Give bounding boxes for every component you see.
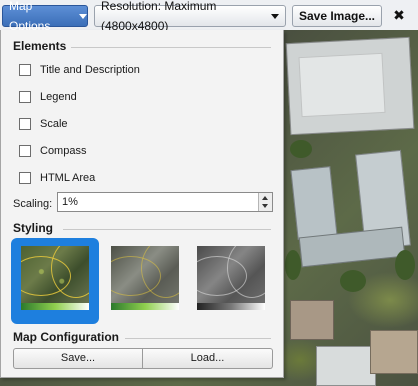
checkbox-scale[interactable]: Scale [19,116,68,132]
top-toolbar: Map Options Resolution: Maximum (4800x48… [0,0,418,33]
building-roof [370,330,418,374]
chevron-down-icon [79,13,87,19]
style-thumb-grayscale[interactable] [197,246,265,310]
scaling-label: Scaling: [13,198,53,210]
spin-down-icon[interactable] [262,204,268,208]
color-ramp [21,303,89,310]
checkbox-label: Legend [40,91,77,103]
style-thumb-color[interactable] [21,246,89,310]
checkbox-title-description[interactable]: Title and Description [19,62,140,78]
config-load-button[interactable]: Load... [143,348,273,369]
checkbox-label: Compass [40,145,87,157]
checkbox-box[interactable] [19,172,31,184]
checkbox-box[interactable] [19,145,31,157]
checkbox-label: Title and Description [40,64,140,76]
checkbox-box[interactable] [19,118,31,130]
elements-section-title: Elements [13,39,67,53]
checkbox-legend[interactable]: Legend [19,89,77,105]
section-divider [71,47,271,48]
resolution-dropdown[interactable]: Resolution: Maximum (4800x4800) [94,0,286,33]
tree-canopy [340,270,366,292]
section-divider [63,229,271,230]
map-options-panel: Elements Title and Description Legend Sc… [0,30,284,378]
checkbox-compass[interactable]: Compass [19,143,86,159]
style-thumb-grayscale-tinted[interactable] [111,246,179,310]
config-save-button[interactable]: Save... [13,348,143,369]
tree-canopy [395,250,415,280]
map-options-button[interactable]: Map Options [2,0,88,33]
building-roof [316,346,376,386]
gray-ramp [197,303,265,310]
checkbox-box[interactable] [19,91,31,103]
checkbox-label: Scale [40,118,68,130]
scaling-stepper[interactable]: 1% [57,192,273,212]
styling-section-title: Styling [13,221,54,235]
tree-canopy [285,250,301,280]
section-divider [125,338,271,339]
close-icon[interactable]: ✖ [389,5,409,25]
checkbox-label: HTML Area [40,172,96,184]
chevron-down-icon [271,14,279,19]
building-roof [298,52,386,118]
checkbox-box[interactable] [19,64,31,76]
color-ramp [111,303,179,310]
building-roof [290,300,334,340]
scaling-value: 1% [62,196,78,208]
map-configuration-section-title: Map Configuration [13,330,119,344]
save-image-label: Save Image... [298,9,376,23]
spin-up-icon[interactable] [262,196,268,200]
save-image-button[interactable]: Save Image... [292,5,382,27]
spin-buttons[interactable] [258,193,272,211]
tree-canopy [290,140,312,158]
checkbox-html-area[interactable]: HTML Area [19,170,95,186]
building-roof [290,166,338,240]
